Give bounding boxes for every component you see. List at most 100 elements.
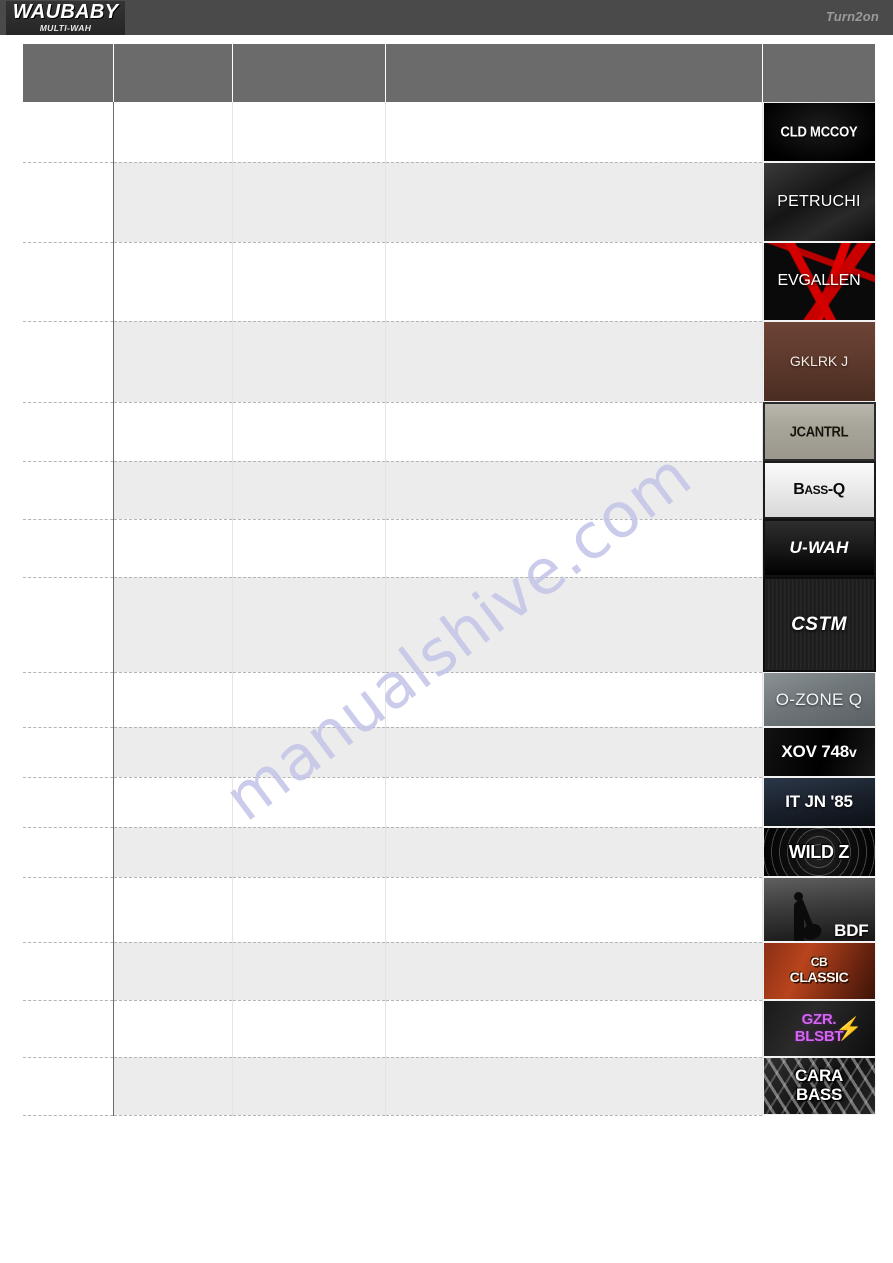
cell-preset-name [113, 942, 233, 1001]
preset-thumbnail[interactable]: O-ZONE Q [762, 672, 876, 727]
cell-preset-type [232, 877, 386, 943]
th-num [23, 44, 114, 102]
cell-preset-name [113, 321, 233, 403]
cell-number [23, 1000, 114, 1058]
table-row[interactable]: U-WAH [23, 519, 876, 578]
thumbnail-label: EVGALLEN [777, 272, 861, 290]
cell-number [23, 162, 114, 243]
cell-preset-type [232, 162, 386, 243]
table-row[interactable]: JCANTRL [23, 402, 876, 462]
table-row[interactable]: CARA BASS [23, 1057, 876, 1116]
cell-number [23, 727, 114, 778]
cell-number [23, 461, 114, 520]
preset-thumbnail[interactable]: CLD MCCOY [762, 102, 876, 162]
logo-sub-text: MULTI-WAH [39, 22, 92, 33]
table-row[interactable]: O-ZONE Q [23, 672, 876, 728]
cell-preset-name [113, 402, 233, 462]
preset-thumbnail[interactable]: GKLRK J [762, 321, 876, 402]
th-desc [384, 44, 763, 102]
thumbnail-label: U-WAH [789, 538, 849, 558]
cell-preset-type [232, 827, 386, 878]
cell-preset-name [113, 1057, 233, 1116]
cell-thumbnail: IT JN '85 [762, 777, 876, 827]
cell-thumbnail: GKLRK J [762, 321, 876, 402]
cell-description [385, 727, 763, 778]
preset-thumbnail[interactable]: PETRUCHI [762, 162, 876, 242]
thumbnail-label: CSTM [791, 613, 847, 635]
table-body: CLD MCCOY PETRUCHI EVGALLEN GKLRK J JCANTRL B… [23, 102, 876, 1116]
preset-thumbnail[interactable]: U-WAH [762, 519, 876, 577]
cell-description [385, 942, 763, 1001]
thumbnail-label: CLD MCCOY [780, 123, 858, 140]
thumbnail-label: O-ZONE Q [775, 689, 863, 709]
preset-thumbnail[interactable]: WILD Z [762, 827, 876, 877]
preset-thumbnail[interactable]: BASS-Q [762, 461, 876, 519]
cell-description [385, 102, 763, 163]
brand-label: Turn2on [825, 9, 879, 24]
cell-thumbnail: BASS-Q [762, 461, 876, 519]
cell-number [23, 102, 114, 163]
preset-thumbnail[interactable]: ⚡ GZR. BLSBT [762, 1000, 876, 1057]
table-row[interactable]: BASS-Q [23, 461, 876, 520]
cell-thumbnail: XOV 748v [762, 727, 876, 777]
preset-thumbnail[interactable]: EVGALLEN [762, 242, 876, 321]
table-row[interactable]: IT JN '85 [23, 777, 876, 828]
cell-thumbnail: EVGALLEN [762, 242, 876, 321]
cell-preset-type [232, 777, 386, 828]
table-row[interactable]: XOV 748v [23, 727, 876, 778]
table-row[interactable]: CLD MCCOY [23, 102, 876, 163]
preset-thumbnail[interactable]: XOV 748v [762, 727, 876, 777]
table-row[interactable]: WILD Z [23, 827, 876, 878]
table-row[interactable]: GKLRK J [23, 321, 876, 403]
preset-thumbnail[interactable]: JCANTRL [762, 402, 876, 461]
cell-preset-type [232, 321, 386, 403]
table-row[interactable]: EVGALLEN [23, 242, 876, 322]
cell-description [385, 1057, 763, 1116]
table-row[interactable]: ⚡ GZR. BLSBT [23, 1000, 876, 1058]
preset-thumbnail[interactable]: IT JN '85 [762, 777, 876, 827]
cell-preset-name [113, 877, 233, 943]
cell-preset-name [113, 242, 233, 322]
cell-preset-type [232, 577, 386, 673]
cell-thumbnail: CB CLASSIC [762, 942, 876, 1000]
waubaby-logo: WAUBABY MULTI-WAH [6, 1, 125, 35]
cell-preset-type [232, 1057, 386, 1116]
table-row[interactable]: BDF [23, 877, 876, 943]
app-header: WAUBABY MULTI-WAH Turn2on [0, 0, 893, 36]
preset-table-wrap: CLD MCCOY PETRUCHI EVGALLEN GKLRK J JCANTRL B… [23, 44, 876, 1116]
cell-description [385, 162, 763, 243]
table-row[interactable]: PETRUCHI [23, 162, 876, 243]
cell-number [23, 1057, 114, 1116]
cell-thumbnail: CARA BASS [762, 1057, 876, 1115]
cell-thumbnail: ⚡ GZR. BLSBT [762, 1000, 876, 1057]
table-head [23, 44, 875, 102]
preset-thumbnail[interactable]: CB CLASSIC [762, 942, 876, 1000]
cell-preset-name [113, 727, 233, 778]
cell-preset-name [113, 162, 233, 243]
table-row[interactable]: CSTM [23, 577, 876, 673]
preset-thumbnail[interactable]: CARA BASS [762, 1057, 876, 1115]
cell-number [23, 777, 114, 828]
cell-description [385, 777, 763, 828]
thumbnail-label: WILD Z [788, 841, 850, 862]
th-name [112, 44, 233, 102]
thumbnail-label: BDF [834, 921, 869, 941]
cell-number [23, 877, 114, 943]
cell-preset-name [113, 827, 233, 878]
cell-preset-name [113, 777, 233, 828]
cell-preset-type [232, 727, 386, 778]
thumbnail-label: PETRUCHI [777, 192, 861, 210]
logo-main-text: WAUBABY [12, 0, 119, 23]
table-row[interactable]: CB CLASSIC [23, 942, 876, 1001]
preset-thumbnail[interactable]: BDF [762, 877, 876, 942]
thumbnail-label: BASS-Q [793, 480, 845, 498]
thumbnail-label: XOV 748v [781, 742, 857, 762]
preset-thumbnail[interactable]: CSTM [762, 577, 876, 672]
cell-number [23, 827, 114, 878]
cell-preset-name [113, 461, 233, 520]
cell-number [23, 321, 114, 403]
page-root: WAUBABY MULTI-WAH Turn2on CLD MCCOY PETRU… [0, 0, 893, 1263]
th-thumb [761, 44, 875, 102]
cell-thumbnail: PETRUCHI [762, 162, 876, 242]
thumbnail-label: CARA BASS [795, 1066, 843, 1104]
